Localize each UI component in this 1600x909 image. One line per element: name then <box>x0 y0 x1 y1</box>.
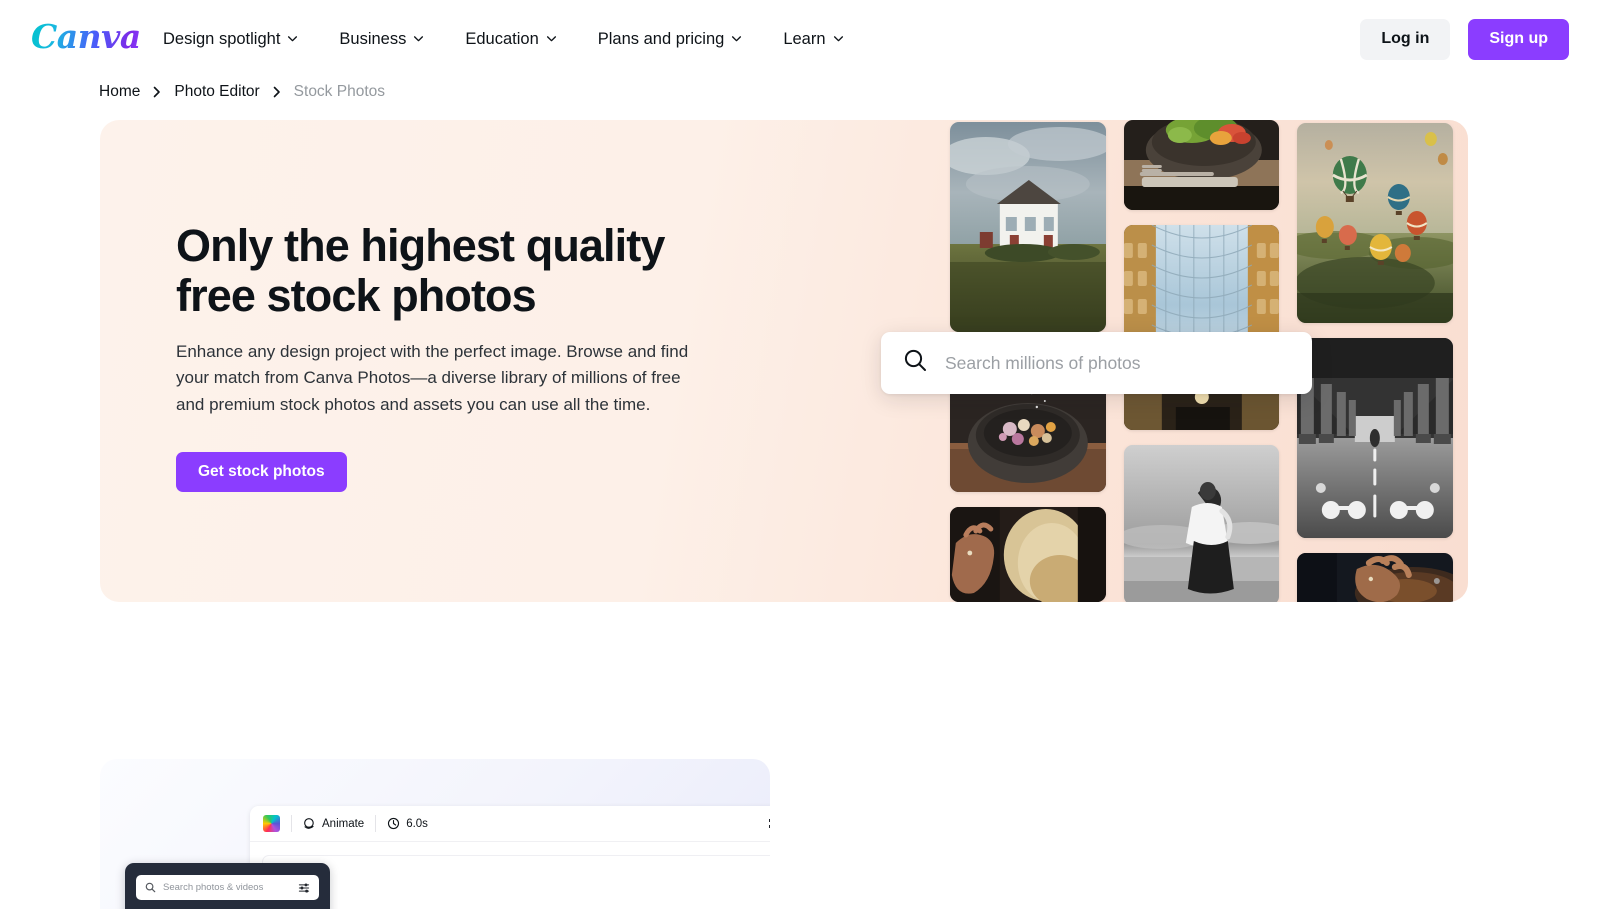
collage-column-3 <box>1297 120 1453 602</box>
duration-control[interactable]: 6.0s <box>387 817 428 830</box>
nav-label: Design spotlight <box>163 31 280 48</box>
site-header: Canva Design spotlight Business Educatio… <box>0 0 1600 78</box>
nav-item-business[interactable]: Business <box>339 31 424 48</box>
breadcrumb-item-home[interactable]: Home <box>99 83 140 101</box>
media-search-bar[interactable]: Search photos & videos <box>136 875 319 900</box>
animate-icon <box>303 817 316 830</box>
media-search-input[interactable]: Search photos & videos <box>163 882 291 893</box>
nav-label: Plans and pricing <box>598 31 725 48</box>
nav-item-learn[interactable]: Learn <box>783 31 843 48</box>
photo-hand-blonde-portrait[interactable] <box>950 507 1106 602</box>
hero-copy: Only the highest quality free stock phot… <box>176 221 736 492</box>
search-icon <box>903 348 928 378</box>
breadcrumb-item-photo-editor[interactable]: Photo Editor <box>174 83 259 101</box>
nav-label: Business <box>339 31 406 48</box>
toolbar-divider <box>291 815 292 832</box>
clock-icon <box>387 817 400 830</box>
chevron-down-icon <box>546 33 557 44</box>
hero-heading-line-1: Only the highest quality <box>176 220 664 271</box>
main-navigation: Design spotlight Business Education Plan… <box>163 0 844 78</box>
nav-item-plans-and-pricing[interactable]: Plans and pricing <box>598 31 743 48</box>
editor-toolbar: Animate 6.0s <box>250 806 770 842</box>
breadcrumb-item-stock-photos: Stock Photos <box>294 83 385 101</box>
login-button[interactable]: Log in <box>1360 19 1450 60</box>
photo-white-house-field[interactable] <box>950 122 1106 332</box>
chevron-down-icon <box>731 33 742 44</box>
chevron-down-icon <box>287 33 298 44</box>
photo-woman-beach-bw[interactable] <box>1124 445 1280 602</box>
photo-glass-arcade-ceiling[interactable] <box>1124 225 1280 430</box>
photo-hot-air-balloons[interactable] <box>1297 123 1453 323</box>
chevron-right-icon <box>153 86 161 98</box>
photo-salad-bowl-table[interactable] <box>1124 120 1280 210</box>
chevron-down-icon <box>413 33 424 44</box>
filter-sliders-icon[interactable] <box>298 882 310 894</box>
toolbar-right-actions <box>769 816 770 831</box>
photo-bridge-bike-lane-bw[interactable] <box>1297 338 1453 538</box>
page-root: Canva Design spotlight Business Educatio… <box>0 0 1600 909</box>
duration-label: 6.0s <box>406 818 428 830</box>
photo-hands-dark-plate[interactable] <box>1297 553 1453 602</box>
nav-item-design-spotlight[interactable]: Design spotlight <box>163 31 298 48</box>
canva-logo[interactable]: Canva <box>31 20 141 53</box>
animate-label: Animate <box>322 818 364 830</box>
nav-label: Education <box>465 31 538 48</box>
header-actions: Log in Sign up <box>1360 0 1569 78</box>
editor-canvas[interactable] <box>263 856 770 909</box>
get-stock-photos-button[interactable]: Get stock photos <box>176 452 347 492</box>
hero-description: Enhance any design project with the perf… <box>176 339 710 418</box>
page-title: Only the highest quality free stock phot… <box>176 221 736 321</box>
breadcrumb: Home Photo Editor Stock Photos <box>99 78 385 106</box>
nav-label: Learn <box>783 31 825 48</box>
nav-item-education[interactable]: Education <box>465 31 556 48</box>
hero-heading-line-2: free stock photos <box>176 270 536 321</box>
chevron-right-icon <box>273 86 281 98</box>
editor-media-panel: Search photos & videos <box>125 863 330 909</box>
toolbar-divider <box>375 815 376 832</box>
search-input[interactable]: Search millions of photos <box>945 353 1141 374</box>
signup-button[interactable]: Sign up <box>1468 19 1569 60</box>
rainbow-color-swatch[interactable] <box>263 815 280 832</box>
animate-button[interactable]: Animate <box>303 817 364 830</box>
transparency-checker-icon[interactable] <box>769 816 770 831</box>
search-icon <box>145 882 156 893</box>
editor-mockup: Animate 6.0s <box>100 759 770 909</box>
photo-search-bar[interactable]: Search millions of photos <box>881 332 1312 394</box>
chevron-down-icon <box>833 33 844 44</box>
